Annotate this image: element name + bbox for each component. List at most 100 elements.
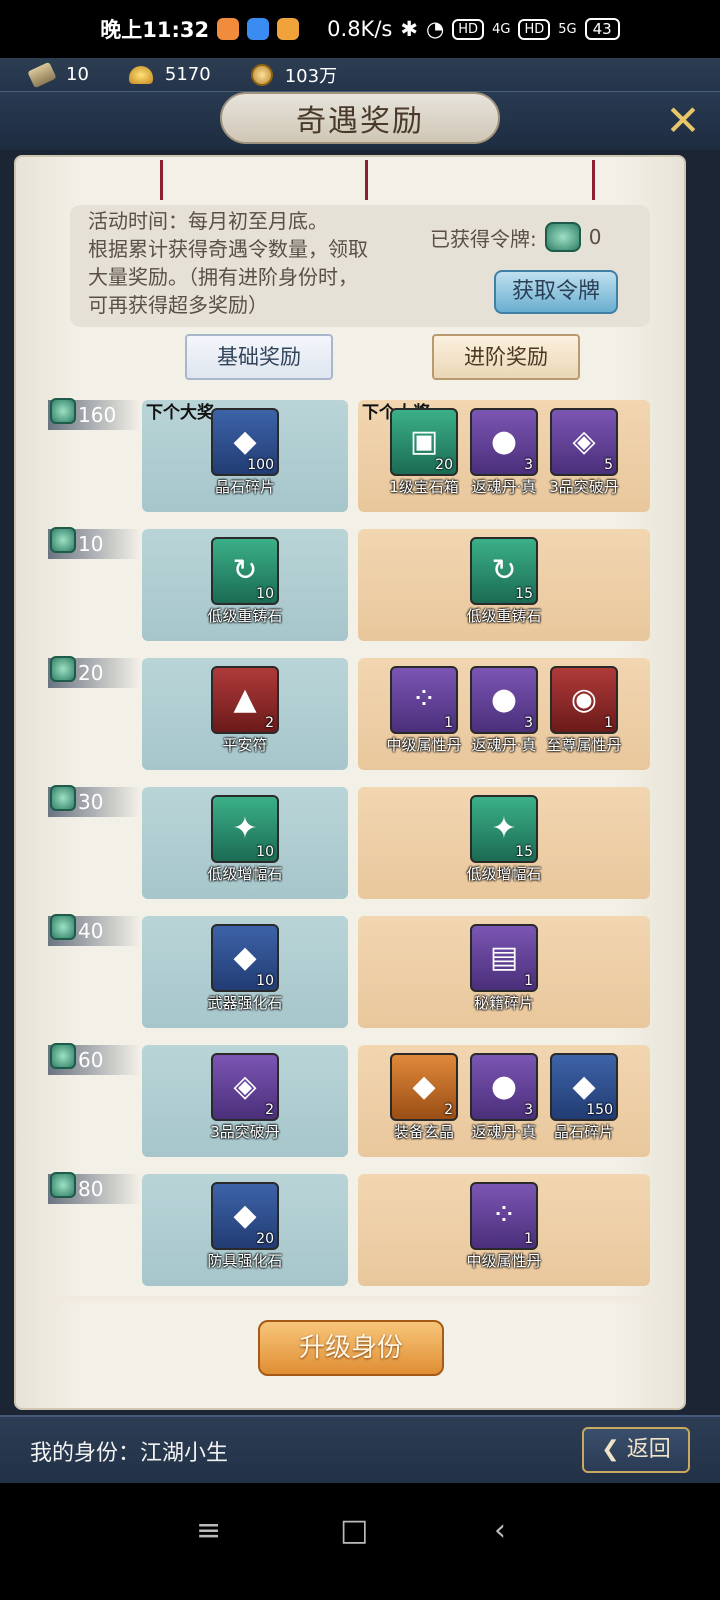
basic-reward-card[interactable]: ◆ 10 武器强化石 (142, 916, 348, 1028)
basic-reward-card[interactable]: ◈ 2 3品突破丹 (142, 1045, 348, 1157)
item-quantity: 2 (444, 1102, 453, 1118)
reward-row: 30 ✦ 10 低级增幅石 ✦ 15 低级增幅石 (48, 785, 658, 899)
system-nav-bar: ≡ □ ‹ (0, 1483, 720, 1600)
advanced-reward-card[interactable]: 下个大奖▣201级宝石箱●3返魂丹·真◈53品突破丹 (358, 400, 650, 512)
bottom-bar: 我的身份：江湖小生 ❮ 返回 (0, 1415, 720, 1483)
reward-item-icon[interactable]: ● 3 (470, 666, 538, 734)
basic-reward-card[interactable]: ↻ 10 低级重铸石 (142, 529, 348, 641)
reward-item-icon[interactable]: ✦ 10 (211, 795, 279, 863)
item-quantity: 150 (586, 1102, 613, 1118)
item-name: 晶石碎片 (214, 478, 275, 496)
item-quantity: 15 (515, 844, 533, 860)
reward-item-icon[interactable]: ◆ 150 (550, 1053, 618, 1121)
item-quantity: 15 (515, 586, 533, 602)
network-5g: 5G (558, 21, 577, 37)
reward-list[interactable]: 160下个大奖◆100晶石碎片下个大奖▣201级宝石箱●3返魂丹·真◈53品突破… (48, 398, 658, 1300)
reward-item-icon[interactable]: ◉ 1 (550, 666, 618, 734)
reward-item-icon[interactable]: ▣ 20 (390, 408, 458, 476)
reward-row: 20 ▲ 2 平安符 ⁘ 1 中级属性丹 ● 3 返魂丹·真 ◉ 1 至尊属性丹 (48, 656, 658, 770)
reward-item-icon[interactable]: ◆ 2 (390, 1053, 458, 1121)
item-quantity: 2 (265, 715, 274, 731)
chevron-left-icon: ❮ (601, 1437, 627, 1462)
scroll-rod (365, 160, 368, 200)
item-quantity: 20 (256, 1231, 274, 1247)
scroll-rod (160, 160, 163, 200)
currency-tickets: 10 (27, 61, 89, 88)
basic-reward-card[interactable]: 下个大奖 ◆ 100 晶石碎片 (142, 400, 348, 512)
tokens-value: 0 (588, 225, 602, 249)
token-icon (50, 785, 76, 811)
upgrade-identity-button[interactable]: 升级身份 (258, 1320, 444, 1376)
item-name: 至尊属性丹 (546, 736, 622, 754)
advanced-reward-card[interactable]: ↻ 15 低级重铸石 (358, 529, 650, 641)
advanced-reward-card[interactable]: ✦ 15 低级增幅石 (358, 787, 650, 899)
reward-item-icon[interactable]: ◈ 2 (211, 1053, 279, 1121)
token-icon (50, 656, 76, 682)
tokens-label: 已获得令牌: (430, 226, 537, 251)
tickets-value: 10 (66, 64, 89, 85)
currency-coins: 103万 (250, 62, 337, 88)
header: 奇遇奖励 ✕ (0, 92, 720, 150)
info-line: 可再获得超多奖励） (88, 293, 268, 317)
token-icon (50, 914, 76, 940)
reward-item-icon[interactable]: ▤ 1 (470, 924, 538, 992)
item-name: 防具强化石 (207, 1252, 283, 1270)
app-notification-icon (277, 18, 300, 40)
item-name: 低级增幅石 (207, 865, 283, 883)
item-name: 平安符 (222, 736, 268, 754)
basic-reward-card[interactable]: ▲ 2 平安符 (142, 658, 348, 770)
token-icon (50, 1172, 76, 1198)
item-name: 中级属性丹 (466, 1252, 542, 1270)
item-quantity: 10 (256, 586, 274, 602)
reward-item-icon[interactable]: ● 3 (470, 408, 538, 476)
battery-icon: 43 (584, 18, 620, 40)
reward-item-icon[interactable]: ◆ 20 (211, 1182, 279, 1250)
reward-item-icon[interactable]: ✦ 15 (470, 795, 538, 863)
reward-item-icon[interactable]: ⁘ 1 (470, 1182, 538, 1250)
reward-row: 60 ◈ 2 3品突破丹 ◆ 2 装备玄晶 ● 3 返魂丹·真 ◆ 150 晶石碎片 (48, 1043, 658, 1157)
advanced-reward-card[interactable]: ⁘ 1 中级属性丹 (358, 1174, 650, 1286)
basic-reward-card[interactable]: ◆ 20 防具强化石 (142, 1174, 348, 1286)
item-quantity: 5 (604, 457, 613, 473)
reward-item-icon[interactable]: ▲ 2 (211, 666, 279, 734)
reward-item-icon[interactable]: ⁘ 1 (390, 666, 458, 734)
item-quantity: 1 (524, 1231, 533, 1247)
tab-basic-rewards[interactable]: 基础奖励 (185, 334, 333, 380)
alarm-icon: ◔ (425, 17, 445, 41)
item-name: 3品突破丹 (210, 1123, 280, 1141)
item-quantity: 1 (524, 973, 533, 989)
home-icon[interactable]: □ (340, 1513, 368, 1548)
reward-item-icon[interactable]: ↻ 10 (211, 537, 279, 605)
reward-item-icon[interactable]: ◆ 10 (211, 924, 279, 992)
back-button[interactable]: ❮ 返回 (582, 1427, 690, 1473)
activity-description: 活动时间：每月初至月底。 根据累计获得奇遇令数量，领取 大量奖励。（拥有进阶身份… (88, 207, 408, 319)
item-quantity: 100 (247, 457, 274, 473)
tab-advanced-rewards[interactable]: 进阶奖励 (432, 334, 580, 380)
reward-item-icon[interactable]: ● 3 (470, 1053, 538, 1121)
status-bar: 晚上11:32 0.8K/s ✱ ◔ HD 4G HD 5G 43 (0, 0, 720, 58)
back-nav-icon[interactable]: ‹ (494, 1513, 506, 1548)
item-name: 低级重铸石 (466, 607, 542, 625)
reward-item-icon[interactable]: ◈ 5 (550, 408, 618, 476)
info-line: 活动时间：每月初至月底。 (88, 209, 328, 233)
item-name: 秘籍碎片 (473, 994, 534, 1012)
menu-icon[interactable]: ≡ (196, 1513, 221, 1548)
next-prize-label: 下个大奖 (146, 403, 214, 423)
advanced-reward-card[interactable]: ◆ 2 装备玄晶 ● 3 返魂丹·真 ◆ 150 晶石碎片 (358, 1045, 650, 1157)
get-token-button[interactable]: 获取令牌 (494, 270, 618, 314)
item-quantity: 2 (265, 1102, 274, 1118)
item-quantity: 1 (444, 715, 453, 731)
reward-item-icon[interactable]: ↻ 15 (470, 537, 538, 605)
item-quantity: 20 (435, 457, 453, 473)
advanced-reward-card[interactable]: ▤ 1 秘籍碎片 (358, 916, 650, 1028)
reward-row: 10 ↻ 10 低级重铸石 ↻ 15 低级重铸石 (48, 527, 658, 641)
advanced-reward-card[interactable]: ⁘ 1 中级属性丹 ● 3 返魂丹·真 ◉ 1 至尊属性丹 (358, 658, 650, 770)
reward-item-icon[interactable]: ◆ 100 (211, 408, 279, 476)
back-label: 返回 (626, 1437, 671, 1462)
hd-badge-2: HD (518, 18, 551, 40)
item-name: 3品突破丹 (549, 478, 619, 496)
token-icon (50, 1043, 76, 1069)
basic-reward-card[interactable]: ✦ 10 低级增幅石 (142, 787, 348, 899)
app-notification-icon (247, 18, 270, 40)
close-icon[interactable]: ✕ (660, 98, 706, 144)
